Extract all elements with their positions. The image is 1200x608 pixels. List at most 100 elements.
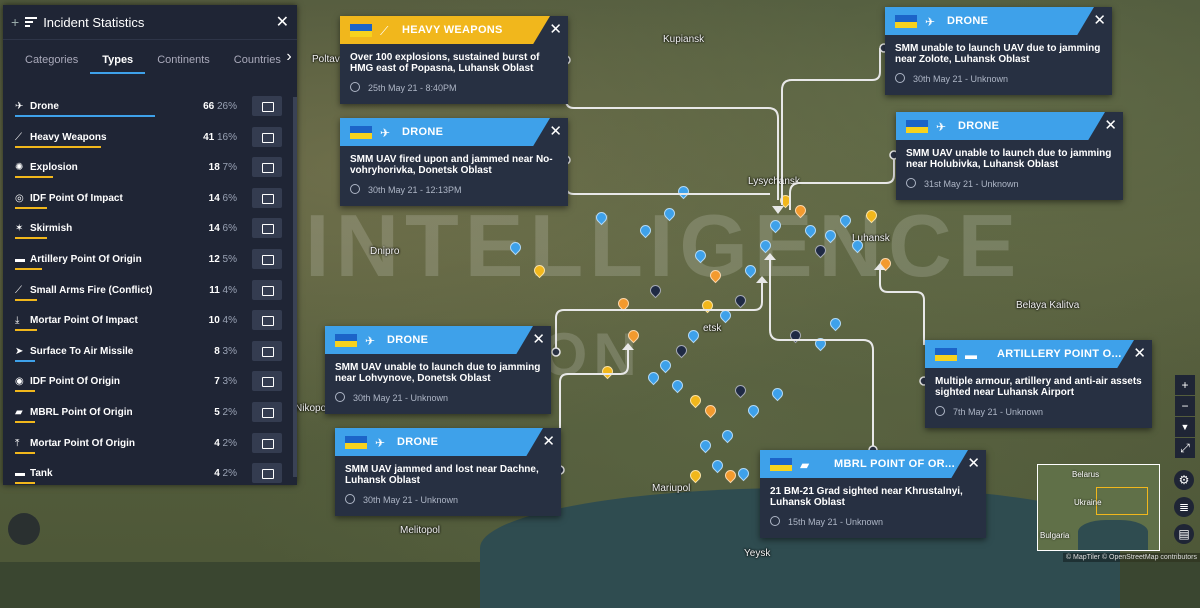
type-label: Heavy Weapons — [30, 131, 107, 143]
heavy-weapons-icon: ⟋ — [380, 24, 389, 38]
connector-line — [555, 283, 763, 348]
close-icon[interactable]: ✕ — [549, 122, 562, 140]
toggle-layer-button[interactable] — [252, 310, 282, 331]
type-share-bar — [15, 451, 35, 454]
mbrl-icon: ▰ — [800, 458, 810, 472]
connector-line — [565, 60, 779, 200]
incident-popup[interactable]: ✈ DRONE ✕ SMM UAV unable to launch due t… — [325, 326, 551, 414]
popup-time: 7th May 21 - Unknown — [953, 407, 1044, 417]
tab-types[interactable]: Types — [90, 54, 146, 74]
fullscreen-button[interactable]: ⤢ — [1175, 438, 1195, 458]
ukraine-flag-icon — [906, 120, 928, 133]
toggle-layer-button[interactable] — [252, 401, 282, 422]
scrollbar[interactable] — [293, 97, 297, 477]
popup-time: 30th May 21 - Unknown — [363, 495, 459, 505]
type-share-bar — [15, 390, 35, 393]
type-row[interactable]: ✺ Explosion 18 7% — [3, 154, 291, 185]
type-label: Skirmish — [30, 223, 73, 235]
type-label: Mortar Point Of Origin — [30, 437, 135, 449]
type-share-bar — [15, 267, 42, 270]
toggle-layer-button[interactable] — [252, 371, 282, 392]
toggle-layer-button[interactable] — [252, 218, 282, 239]
minimap-sea — [1078, 520, 1148, 550]
close-icon[interactable]: ✕ — [967, 454, 980, 472]
toggle-layer-button[interactable] — [252, 157, 282, 178]
toggle-layer-button[interactable] — [252, 187, 282, 208]
incident-popup[interactable]: ✈ DRONE ✕ SMM UAV jammed and lost near D… — [335, 428, 561, 516]
incident-popup[interactable]: ▬ ARTILLERY POINT O... ✕ Multiple armour… — [925, 340, 1152, 428]
close-icon[interactable]: ✕ — [542, 432, 555, 450]
mbrl-icon: ▰ — [15, 406, 23, 418]
settings-gear-icon[interactable]: ⚙ — [1174, 470, 1194, 490]
type-count: 12 5% — [209, 254, 237, 265]
type-count-value: 14 — [208, 192, 220, 204]
close-icon[interactable]: ✕ — [1093, 11, 1106, 29]
incident-popup[interactable]: ▰ MBRL POINT OF OR... ✕ 21 BM-21 Grad si… — [760, 450, 986, 538]
toggle-layer-button[interactable] — [252, 96, 282, 116]
map-book-icon[interactable]: ▤ — [1174, 524, 1194, 544]
toggle-layer-button[interactable] — [252, 248, 282, 269]
ukraine-flag-icon — [345, 436, 367, 449]
type-row[interactable]: ✶ Skirmish 14 6% — [3, 215, 291, 246]
minimap[interactable]: Belarus Ukraine Bulgaria — [1037, 464, 1160, 551]
compass-icon[interactable] — [8, 513, 40, 545]
close-icon[interactable]: ✕ — [276, 12, 289, 32]
drone-icon: ✈ — [365, 334, 376, 348]
incident-popup[interactable]: ✈ DRONE ✕ SMM UAV fired upon and jammed … — [340, 118, 568, 206]
popup-time: 31st May 21 - Unknown — [924, 179, 1019, 189]
toggle-layer-button[interactable] — [252, 340, 282, 361]
type-row[interactable]: ▬ Tank 4 2% — [3, 460, 291, 491]
artillery-icon: ▬ — [965, 348, 977, 362]
chevron-right-icon[interactable]: › — [281, 48, 297, 72]
close-icon[interactable]: ✕ — [1133, 344, 1146, 362]
arrow-head — [874, 263, 886, 270]
type-row[interactable]: ◎ IDF Point Of Impact 14 6% — [3, 185, 291, 216]
type-row[interactable]: ▬ Artillery Point Of Origin 12 5% — [3, 246, 291, 277]
type-row[interactable]: ⤒ Mortar Point Of Origin 4 2% — [3, 430, 291, 461]
tab-categories[interactable]: Categories — [3, 54, 90, 66]
zoom-out-button[interactable]: − — [1175, 396, 1195, 416]
toggle-layer-button[interactable] — [252, 432, 282, 453]
type-count-value: 5 — [214, 406, 220, 418]
type-label: Small Arms Fire (Conflict) — [30, 284, 153, 296]
close-icon[interactable]: ✕ — [532, 330, 545, 348]
type-row[interactable]: ⤓ Mortar Point Of Impact 10 4% — [3, 307, 291, 338]
type-count-value: 41 — [203, 131, 215, 143]
incident-popup[interactable]: ✈ DRONE ✕ SMM UAV unable to launch due t… — [896, 112, 1123, 200]
mortar-impact-icon: ⤓ — [15, 315, 20, 327]
tab-continents[interactable]: Continents — [145, 54, 222, 66]
clock-icon — [335, 392, 345, 402]
popup-type: MBRL POINT OF OR... — [834, 458, 955, 470]
type-row[interactable]: ✈ Drone 66 26% — [3, 93, 291, 124]
type-count-value: 10 — [208, 315, 220, 327]
clock-icon — [770, 516, 780, 526]
type-row[interactable]: ⟋ Small Arms Fire (Conflict) 11 4% — [3, 277, 291, 308]
clock-icon — [895, 73, 905, 83]
type-count: 4 2% — [214, 438, 237, 449]
toggle-layer-button[interactable] — [252, 126, 282, 147]
zoom-in-button[interactable]: + — [1175, 375, 1195, 395]
layers-icon[interactable]: ≣ — [1174, 497, 1194, 517]
type-row[interactable]: ➤ Surface To Air Missile 8 3% — [3, 338, 291, 369]
type-share-bar — [15, 206, 47, 209]
type-row[interactable]: ◉ IDF Point Of Origin 7 3% — [3, 368, 291, 399]
popup-text: Over 100 explosions, sustained burst of … — [350, 52, 540, 74]
popup-type: DRONE — [958, 120, 1000, 132]
drone-icon: ✈ — [936, 120, 947, 134]
type-label: IDF Point Of Impact — [30, 192, 123, 204]
type-percent: 4% — [222, 284, 237, 296]
type-share-bar — [15, 329, 37, 332]
toggle-layer-button[interactable] — [252, 279, 282, 300]
incident-popup[interactable]: ⟋ HEAVY WEAPONS ✕ Over 100 explosions, s… — [340, 16, 568, 104]
type-percent: 6% — [222, 192, 237, 204]
toggle-layer-button[interactable] — [252, 463, 282, 484]
incident-popup[interactable]: ✈ DRONE ✕ SMM unable to launch UAV due t… — [885, 7, 1112, 95]
drag-handle-icon[interactable]: + — [11, 14, 19, 30]
type-row[interactable]: ⟋ Heavy Weapons 41 16% — [3, 124, 291, 155]
popup-text: SMM UAV jammed and lost near Dachne, Luh… — [345, 464, 539, 486]
type-row[interactable]: ▰ MBRL Point Of Origin 5 2% — [3, 399, 291, 430]
close-icon[interactable]: ✕ — [549, 20, 562, 38]
close-icon[interactable]: ✕ — [1104, 116, 1117, 134]
arrow-head — [756, 276, 768, 283]
reset-north-button[interactable]: ▼ — [1175, 417, 1195, 437]
